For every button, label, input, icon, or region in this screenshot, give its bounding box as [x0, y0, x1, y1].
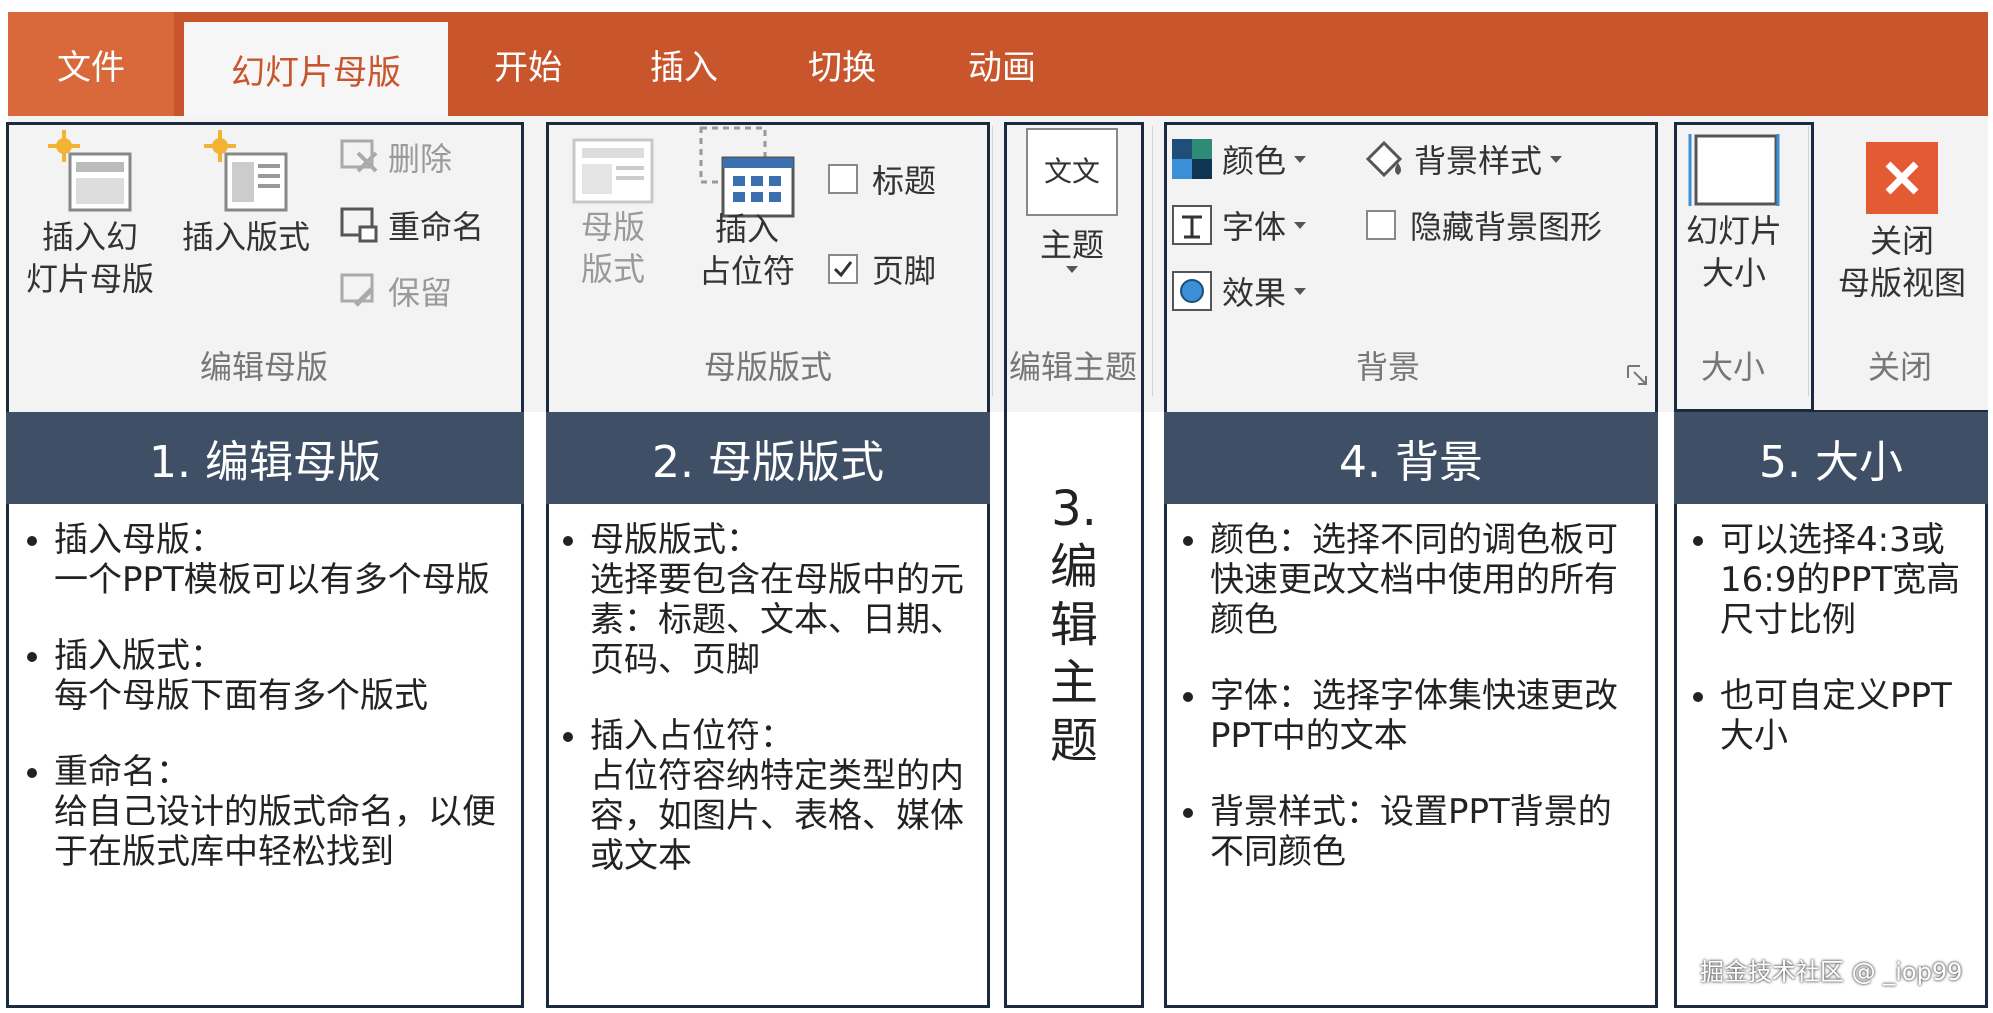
- list-item: 颜色：选择不同的调色板可快速更改文档中使用的所有颜色: [1210, 520, 1636, 640]
- ribbon-divider: [992, 126, 993, 396]
- list-item-text: 字体：选择字体集快速更改PPT中的文本: [1210, 676, 1618, 756]
- tab-file[interactable]: 文件: [8, 12, 174, 116]
- list-item-heading: 插入母版：: [54, 520, 224, 560]
- section-title-edit-theme: 3. 编 辑 主 题: [1049, 481, 1098, 769]
- list-item-body: 给自己设计的版式命名，以便于在版式库中轻松找到: [54, 792, 496, 872]
- list-item-text: 可以选择4:3或16:9的PPT宽高尺寸比例: [1720, 520, 1961, 640]
- group-label-close: 关闭: [1867, 348, 1932, 386]
- section-desc-background: 颜色：选择不同的调色板可快速更改文档中使用的所有颜色 字体：选择字体集快速更改P…: [1176, 520, 1636, 908]
- section-title-edit-master: 1. 编辑母版: [6, 412, 524, 504]
- tab-transitions[interactable]: 切换: [782, 12, 902, 116]
- section-desc-master-layout: 母版版式：选择要包含在母版中的元素：标题、文本、日期、页码、页脚 插入占位符：占…: [556, 520, 976, 912]
- ribbon-divider: [1152, 126, 1153, 396]
- tab-animations[interactable]: 动画: [942, 12, 1062, 116]
- list-item: 背景样式：设置PPT背景的不同颜色: [1210, 792, 1636, 872]
- list-item: 插入占位符：占位符容纳特定类型的内容，如图片、表格、媒体或文本: [590, 716, 976, 876]
- close-master-view-button[interactable]: 关闭 母版视图: [1818, 142, 1986, 304]
- list-item: 字体：选择字体集快速更改PPT中的文本: [1210, 676, 1636, 756]
- watermark: 掘金技术社区 @ _iop99: [1700, 958, 1963, 986]
- list-item-heading: 插入占位符：: [590, 716, 794, 756]
- list-item-heading: 重命名：: [54, 752, 190, 792]
- section-title-size: 5. 大小: [1674, 412, 1988, 504]
- list-item-heading: 插入版式：: [54, 636, 224, 676]
- list-item: 可以选择4:3或16:9的PPT宽高尺寸比例: [1720, 520, 1976, 640]
- list-item-text: 背景样式：设置PPT背景的不同颜色: [1210, 792, 1612, 872]
- list-item: 插入版式：每个母版下面有多个版式: [54, 636, 510, 716]
- list-item: 母版版式：选择要包含在母版中的元素：标题、文本、日期、页码、页脚: [590, 520, 976, 680]
- section-desc-edit-master: 插入母版：一个PPT模板可以有多个母版 插入版式：每个母版下面有多个版式 重命名…: [20, 520, 510, 908]
- close-x-icon: [1885, 161, 1919, 195]
- tab-slide-master[interactable]: 幻灯片母版: [184, 22, 448, 116]
- list-item-text: 也可自定义PPT大小: [1720, 676, 1952, 756]
- size-group-highlight: [1674, 122, 1814, 412]
- close-icon: [1866, 142, 1938, 214]
- list-item-body: 占位符容纳特定类型的内容，如图片、表格、媒体或文本: [590, 756, 964, 876]
- section-title-background: 4. 背景: [1164, 412, 1658, 504]
- list-item: 重命名：给自己设计的版式命名，以便于在版式库中轻松找到: [54, 752, 510, 872]
- close-master-view-label: 关闭 母版视图: [1837, 222, 1966, 302]
- section-desc-size: 可以选择4:3或16:9的PPT宽高尺寸比例 也可自定义PPT大小: [1686, 520, 1976, 792]
- list-item-text: 颜色：选择不同的调色板可快速更改文档中使用的所有颜色: [1210, 520, 1618, 640]
- section-title-master-layout: 2. 母版版式: [546, 412, 990, 504]
- list-item: 也可自定义PPT大小: [1720, 676, 1976, 756]
- list-item-body: 每个母版下面有多个版式: [54, 676, 428, 716]
- tab-home[interactable]: 开始: [468, 12, 588, 116]
- list-item-body: 一个PPT模板可以有多个母版: [54, 560, 490, 600]
- list-item-heading: 母版版式：: [590, 520, 760, 560]
- list-item-body: 选择要包含在母版中的元素：标题、文本、日期、页码、页脚: [590, 560, 964, 680]
- tab-insert[interactable]: 插入: [624, 12, 744, 116]
- list-item: 插入母版：一个PPT模板可以有多个母版: [54, 520, 510, 600]
- ribbon-tab-bar: 文件 幻灯片母版 开始 插入 切换 动画: [8, 12, 1988, 116]
